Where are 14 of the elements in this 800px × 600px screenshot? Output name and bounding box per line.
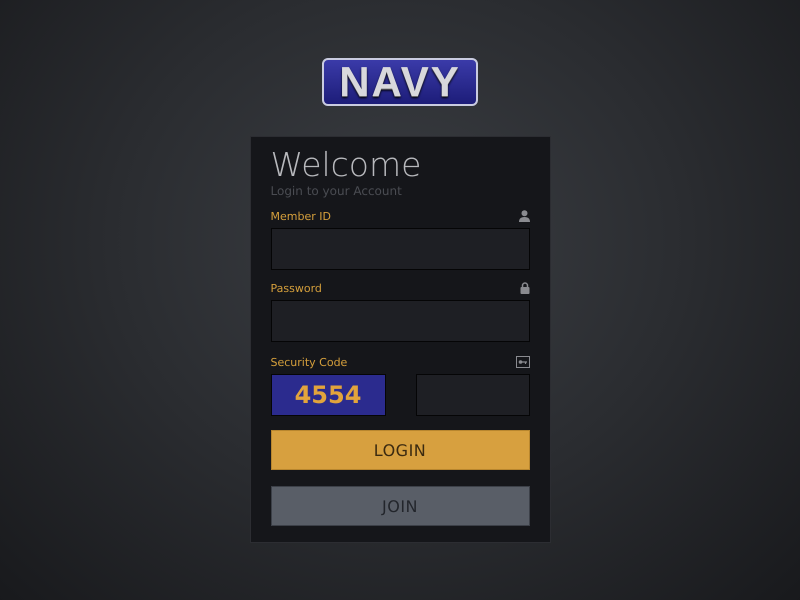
field-label: Security Code [270, 356, 348, 368]
input-field[interactable] [416, 374, 530, 416]
lock-icon [520, 282, 530, 294]
input-field[interactable] [270, 228, 530, 270]
field-label: Password [270, 282, 322, 294]
welcome-title: Welcome [270, 147, 422, 183]
login-button[interactable]: LOGIN [270, 430, 530, 470]
subtitle: Login to your Account [270, 184, 403, 198]
logo: NAVY [322, 58, 478, 106]
user-icon [518, 210, 530, 222]
key-icon [516, 356, 530, 368]
input-field[interactable] [270, 300, 530, 342]
security-code: 4554 [270, 374, 386, 416]
field-label: Member ID [270, 210, 331, 222]
